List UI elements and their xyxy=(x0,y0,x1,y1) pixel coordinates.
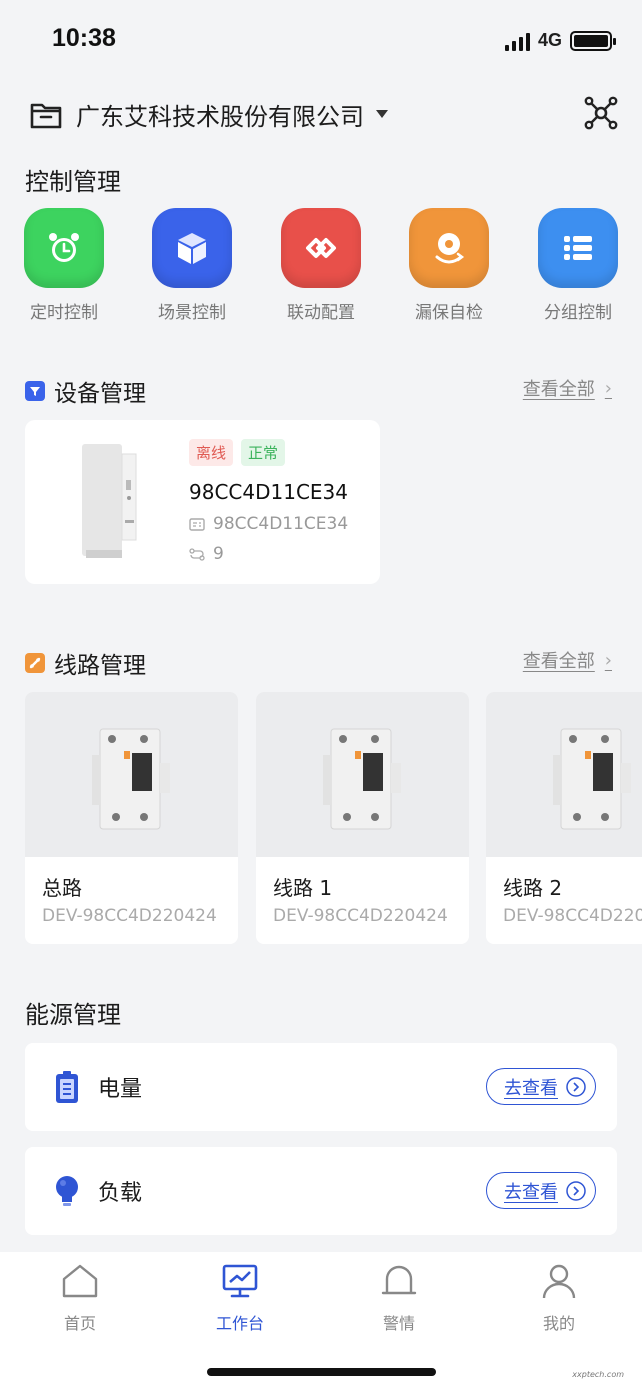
line-device-id: DEV-98CC4D220424 xyxy=(273,906,448,926)
tab-home[interactable]: 首页 xyxy=(20,1262,140,1334)
breaker-image xyxy=(256,692,469,857)
shortcut-label: 场景控制 xyxy=(158,303,226,323)
shortcut-label: 漏保自检 xyxy=(415,303,483,323)
line-list: 总路 DEV-98CC4D220424 线路 1 DEV-98CC4D22042… xyxy=(25,692,642,944)
device-count: 9 xyxy=(213,544,224,564)
energy-row-electricity[interactable]: 电量 去查看 xyxy=(25,1043,617,1131)
link-icon xyxy=(281,208,361,288)
energy-label: 电量 xyxy=(98,1077,143,1102)
device-id: 98CC4D11CE34 xyxy=(189,480,349,504)
button-label: 去查看 xyxy=(504,1077,558,1099)
shortcut-timer-control[interactable]: 定时控制 xyxy=(9,208,119,323)
line-card[interactable]: 总路 DEV-98CC4D220424 xyxy=(25,692,238,944)
chevron-right-icon: › xyxy=(604,649,612,671)
line-card[interactable]: 线路 2 DEV-98CC4D220424 xyxy=(486,692,642,944)
device-view-all-link[interactable]: 查看全部 › xyxy=(523,375,612,401)
line-card[interactable]: 线路 1 DEV-98CC4D220424 xyxy=(256,692,469,944)
tab-label: 首页 xyxy=(63,1314,96,1333)
chevron-down-icon xyxy=(376,110,388,118)
tab-label: 工作台 xyxy=(215,1314,264,1333)
line-name: 总路 xyxy=(42,876,82,900)
line-section-header: 线路管理 xyxy=(25,646,146,680)
watermark: xxptech.com xyxy=(572,1370,624,1379)
line-name: 线路 1 xyxy=(273,876,333,900)
device-image xyxy=(82,444,137,558)
device-section-title: 设备管理 xyxy=(54,381,146,407)
line-device-id: DEV-98CC4D220424 xyxy=(42,906,217,926)
energy-section-title: 能源管理 xyxy=(25,1001,121,1029)
button-label: 去查看 xyxy=(504,1181,558,1203)
breaker-image xyxy=(25,692,238,857)
energy-label: 负载 xyxy=(98,1181,143,1206)
breaker-image xyxy=(486,692,642,857)
view-all-label: 查看全部 xyxy=(522,379,595,400)
company-selector[interactable]: 广东艾科技术股份有限公司 xyxy=(28,92,618,136)
line-view-all-link[interactable]: 查看全部 › xyxy=(523,647,612,673)
shortcut-group-control[interactable]: 分组控制 xyxy=(523,208,633,323)
workbench-icon xyxy=(222,1264,258,1298)
line-section-title: 线路管理 xyxy=(54,653,146,679)
device-section-header: 设备管理 xyxy=(25,374,146,408)
shortcut-scene-control[interactable]: 场景控制 xyxy=(137,208,247,323)
cube-icon xyxy=(152,208,232,288)
tab-label: 警情 xyxy=(382,1314,415,1333)
self-check-icon xyxy=(409,208,489,288)
tab-label: 我的 xyxy=(542,1314,575,1333)
status-time: 10:38 xyxy=(52,24,116,52)
network-type: 4G xyxy=(537,30,562,50)
user-icon xyxy=(542,1264,576,1299)
status-bar: 10:38 4G xyxy=(0,0,642,80)
control-section-title: 控制管理 xyxy=(25,168,121,196)
signal-icon xyxy=(504,31,530,51)
route-icon xyxy=(189,547,205,561)
shortcut-label: 分组控制 xyxy=(544,303,612,323)
view-electricity-button[interactable]: 去查看 xyxy=(486,1068,596,1105)
bulb-icon xyxy=(52,1173,82,1209)
chevron-right-icon xyxy=(566,1180,586,1201)
line-name: 线路 2 xyxy=(503,876,563,900)
shortcut-linkage-config[interactable]: 联动配置 xyxy=(266,208,376,323)
battery-icon xyxy=(570,30,616,51)
device-card[interactable]: 离线 正常 98CC4D11CE34 98CC4D11CE34 9 xyxy=(25,420,380,584)
network-topology-icon[interactable] xyxy=(584,96,618,130)
tab-alerts[interactable]: 警情 xyxy=(339,1262,459,1334)
device-count-row: 9 xyxy=(189,544,224,564)
alarm-clock-icon xyxy=(24,208,104,288)
control-shortcuts: 定时控制 场景控制 联动配置 漏保自检 分组控制 xyxy=(0,208,642,328)
shortcut-label: 定时控制 xyxy=(30,303,98,323)
status-badge-normal: 正常 xyxy=(241,439,286,466)
shortcut-leak-selfcheck[interactable]: 漏保自检 xyxy=(394,208,504,323)
bell-icon xyxy=(381,1265,417,1295)
chevron-right-icon: › xyxy=(604,377,612,399)
battery-icon xyxy=(52,1069,82,1105)
list-icon xyxy=(538,208,618,288)
chevron-right-icon xyxy=(566,1076,586,1097)
id-card-icon xyxy=(189,517,205,531)
device-tags: 离线 正常 xyxy=(189,439,286,466)
device-section-icon xyxy=(25,381,45,401)
folder-icon xyxy=(30,103,62,129)
energy-row-load[interactable]: 负载 去查看 xyxy=(25,1147,617,1235)
home-indicator[interactable] xyxy=(207,1368,436,1376)
line-device-id: DEV-98CC4D220424 xyxy=(503,906,642,926)
status-right: 4G xyxy=(504,30,616,51)
device-serial: 98CC4D11CE34 xyxy=(213,514,349,534)
view-all-label: 查看全部 xyxy=(522,651,595,672)
view-load-button[interactable]: 去查看 xyxy=(486,1172,596,1209)
tab-workbench[interactable]: 工作台 xyxy=(180,1262,300,1334)
device-serial-row: 98CC4D11CE34 xyxy=(189,514,348,534)
company-name: 广东艾科技术股份有限公司 xyxy=(76,102,364,131)
shortcut-label: 联动配置 xyxy=(287,303,355,323)
home-icon xyxy=(62,1264,98,1298)
tab-profile[interactable]: 我的 xyxy=(499,1262,619,1334)
line-section-icon xyxy=(25,653,45,673)
status-badge-offline: 离线 xyxy=(189,439,234,466)
